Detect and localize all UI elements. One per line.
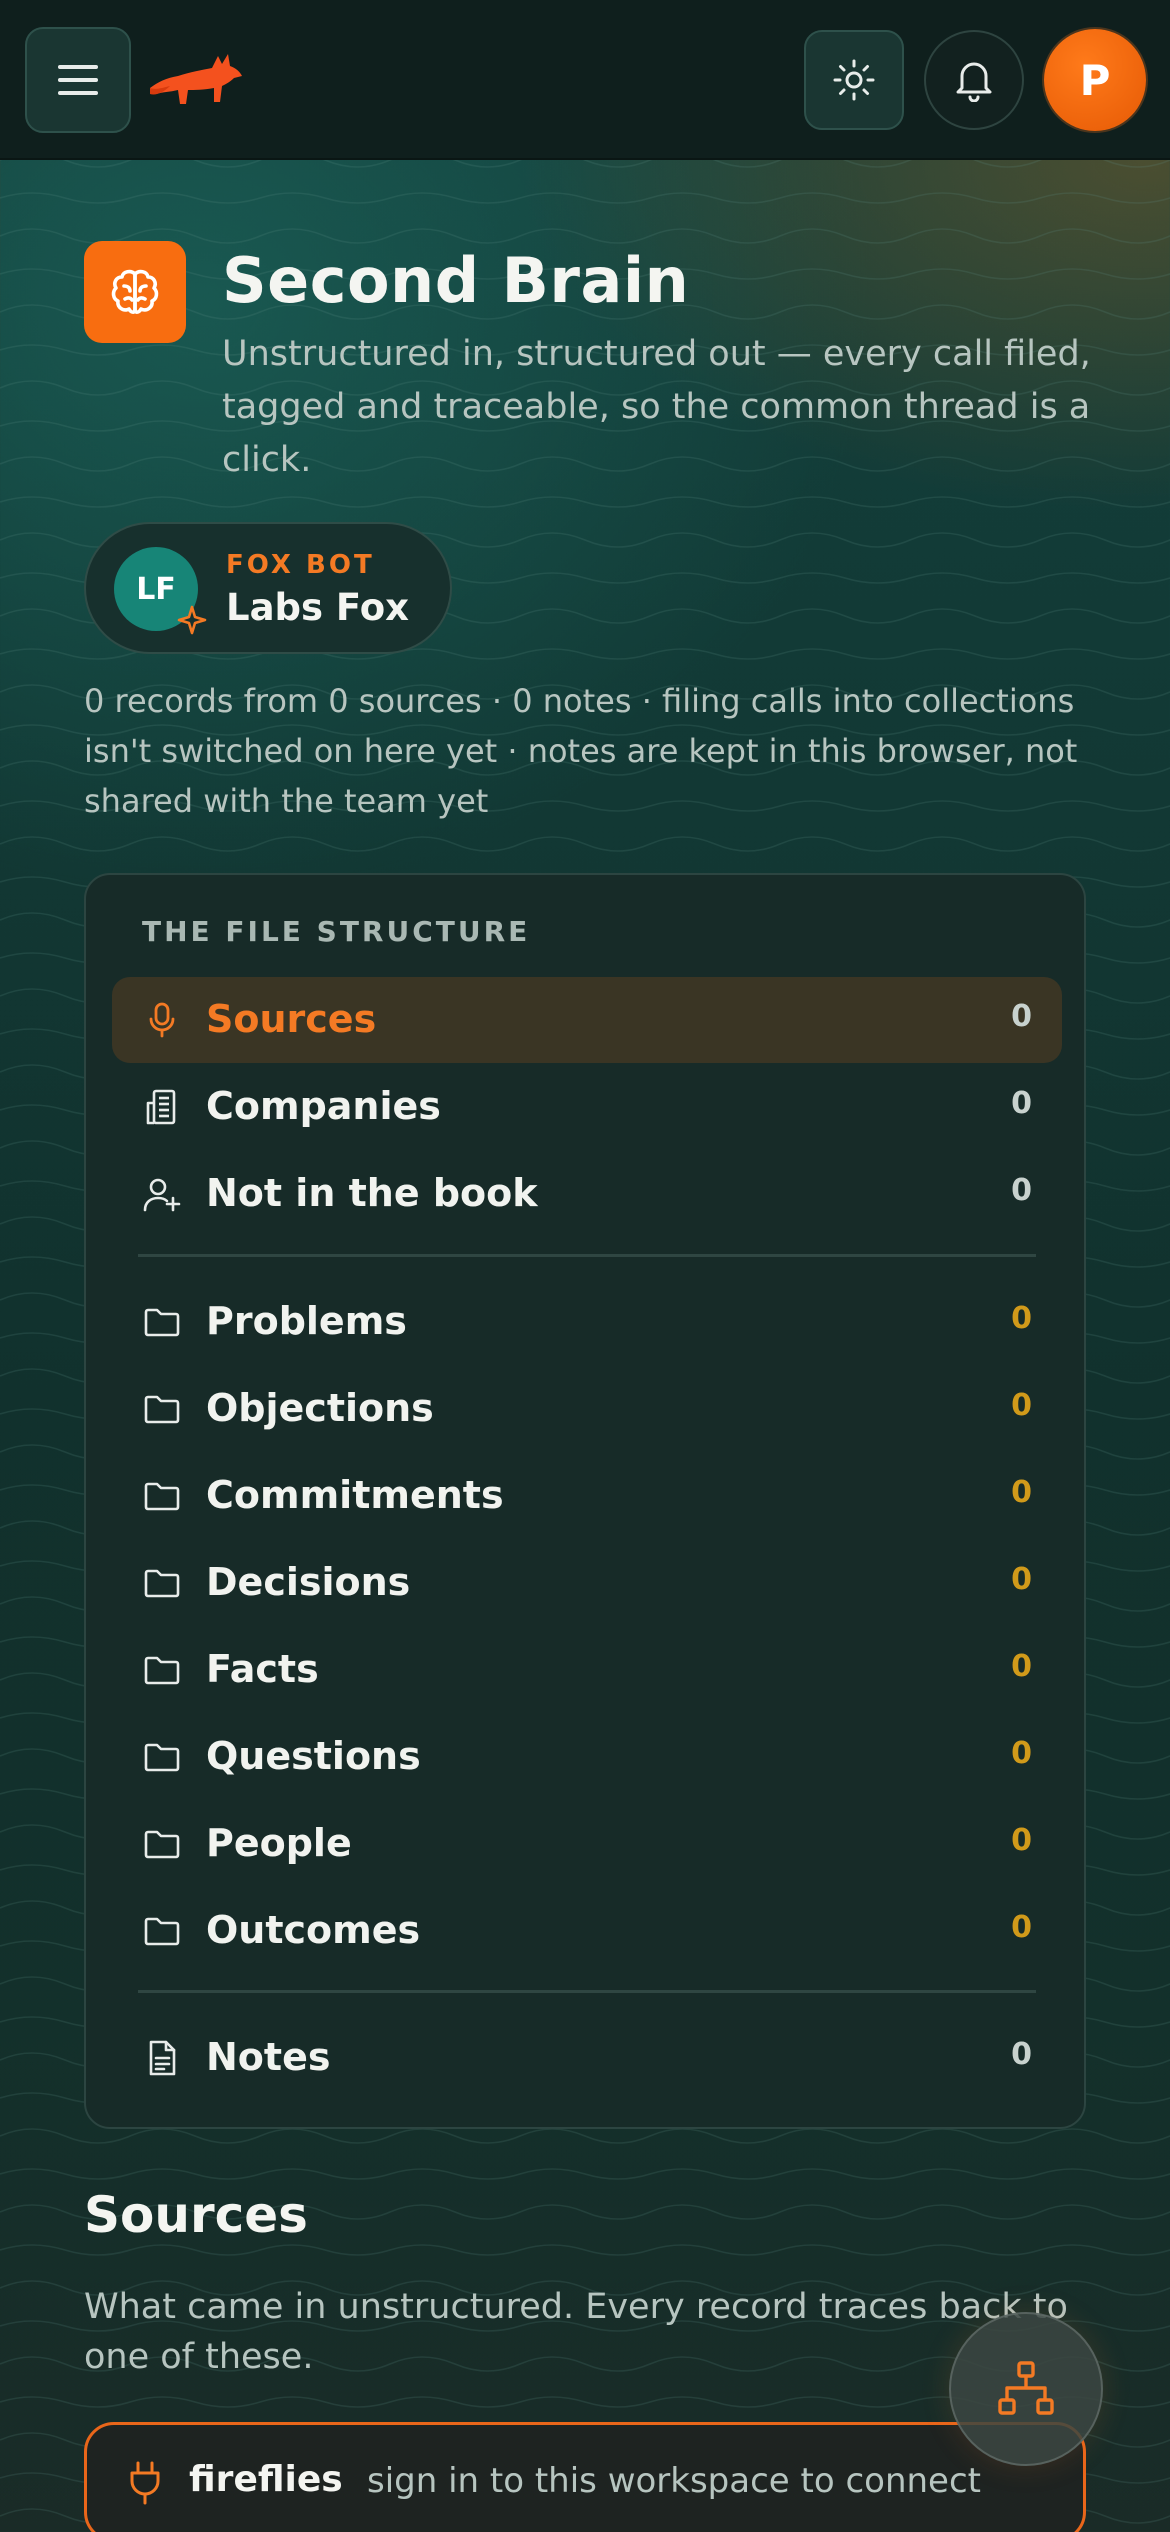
hamburger-menu-icon bbox=[58, 65, 98, 95]
brain-icon bbox=[111, 269, 159, 314]
nav-item-notes[interactable]: Notes 0 bbox=[112, 2015, 1062, 2101]
document-icon bbox=[149, 2040, 176, 2076]
sources-section-title: Sources bbox=[84, 2186, 308, 2244]
nav-item-count: 0 bbox=[1011, 1910, 1032, 1945]
nav-item-people[interactable]: People 0 bbox=[112, 1801, 1062, 1887]
nav-item-companies[interactable]: Companies 0 bbox=[112, 1064, 1062, 1150]
folder-icon bbox=[144, 1656, 180, 1685]
nav-item-label: Problems bbox=[206, 1299, 407, 1343]
nav-item-label: Commitments bbox=[206, 1473, 504, 1517]
microphone-icon bbox=[149, 1002, 175, 1038]
bell-icon bbox=[956, 62, 992, 102]
nav-item-not-in-the-book[interactable]: Not in the book 0 bbox=[112, 1151, 1062, 1237]
nav-item-label: Objections bbox=[206, 1386, 434, 1430]
nav-item-label: Sources bbox=[206, 997, 377, 1041]
nav-item-label: Notes bbox=[206, 2035, 331, 2079]
nav-item-count: 0 bbox=[1011, 1823, 1032, 1858]
nav-item-outcomes[interactable]: Outcomes 0 bbox=[112, 1888, 1062, 1974]
file-structure-title: THE FILE STRUCTURE bbox=[142, 915, 531, 948]
page-title: Second Brain bbox=[222, 244, 690, 317]
folder-icon bbox=[144, 1830, 180, 1859]
nav-item-label: Companies bbox=[206, 1084, 441, 1128]
nav-item-count: 0 bbox=[1011, 1301, 1032, 1336]
folder-icon bbox=[144, 1917, 180, 1946]
nav-item-decisions[interactable]: Decisions 0 bbox=[112, 1540, 1062, 1626]
sparkle-icon bbox=[177, 605, 207, 635]
nav-item-count: 0 bbox=[1011, 1388, 1032, 1423]
nav-item-count: 0 bbox=[1011, 999, 1032, 1034]
nav-item-label: Outcomes bbox=[206, 1908, 421, 1952]
sources-section-description: What came in unstructured. Every record … bbox=[84, 2287, 1068, 2377]
nav-item-questions[interactable]: Questions 0 bbox=[112, 1714, 1062, 1800]
folder-icon bbox=[144, 1743, 180, 1772]
page-subtitle: Unstructured in, structured out — every … bbox=[222, 334, 1091, 480]
notifications-button[interactable] bbox=[924, 30, 1024, 130]
folder-icon bbox=[144, 1482, 180, 1511]
fox-logo-icon[interactable] bbox=[148, 48, 244, 108]
nav-item-facts[interactable]: Facts 0 bbox=[112, 1627, 1062, 1713]
source-name: fireflies bbox=[189, 2459, 343, 2500]
nav-item-count: 0 bbox=[1011, 1086, 1032, 1121]
bot-role-label: FOX BOT bbox=[226, 550, 375, 580]
user-plus-icon bbox=[143, 1178, 181, 1212]
nav-item-label: People bbox=[206, 1821, 352, 1865]
nav-item-count: 0 bbox=[1011, 1173, 1032, 1208]
nav-item-sources[interactable]: Sources 0 bbox=[112, 977, 1062, 1063]
nav-item-label: Questions bbox=[206, 1734, 421, 1778]
nav-item-label: Facts bbox=[206, 1647, 319, 1691]
folder-icon bbox=[144, 1569, 180, 1598]
menu-button[interactable] bbox=[25, 27, 131, 133]
nav-item-count: 0 bbox=[1011, 1736, 1032, 1771]
nav-item-label: Not in the book bbox=[206, 1171, 538, 1215]
nav-item-problems[interactable]: Problems 0 bbox=[112, 1279, 1062, 1365]
nav-item-count: 0 bbox=[1011, 2037, 1032, 2072]
folder-icon bbox=[144, 1395, 180, 1424]
top-bar: P bbox=[0, 0, 1170, 160]
divider bbox=[138, 1254, 1036, 1257]
source-hint: sign in to this workspace to connect bbox=[367, 2461, 981, 2501]
nav-item-label: Decisions bbox=[206, 1560, 411, 1604]
theme-toggle-button[interactable] bbox=[804, 30, 904, 130]
nav-item-count: 0 bbox=[1011, 1562, 1032, 1597]
nav-item-count: 0 bbox=[1011, 1475, 1032, 1510]
hierarchy-icon bbox=[998, 2361, 1054, 2415]
nav-item-commitments[interactable]: Commitments 0 bbox=[112, 1453, 1062, 1539]
nav-item-count: 0 bbox=[1011, 1649, 1032, 1684]
plug-icon bbox=[130, 2461, 160, 2505]
divider bbox=[138, 1990, 1036, 1993]
brain-tile bbox=[84, 241, 186, 343]
file-structure-card: THE FILE STRUCTURE Sources 0 Companies 0 bbox=[84, 873, 1086, 2129]
building-icon bbox=[146, 1089, 176, 1125]
sun-icon bbox=[833, 59, 875, 101]
bot-name: Labs Fox bbox=[226, 586, 409, 629]
hierarchy-fab-button[interactable] bbox=[949, 2312, 1103, 2466]
bot-identity-pill[interactable]: LF FOX BOT Labs Fox bbox=[84, 522, 452, 654]
folder-icon bbox=[144, 1308, 180, 1337]
user-avatar-button[interactable]: P bbox=[1044, 29, 1146, 131]
source-item-fireflies[interactable]: fireflies sign in to this workspace to c… bbox=[84, 2422, 1086, 2532]
status-summary: 0 records from 0 sources · 0 notes · fil… bbox=[84, 682, 1078, 820]
nav-item-objections[interactable]: Objections 0 bbox=[112, 1366, 1062, 1452]
